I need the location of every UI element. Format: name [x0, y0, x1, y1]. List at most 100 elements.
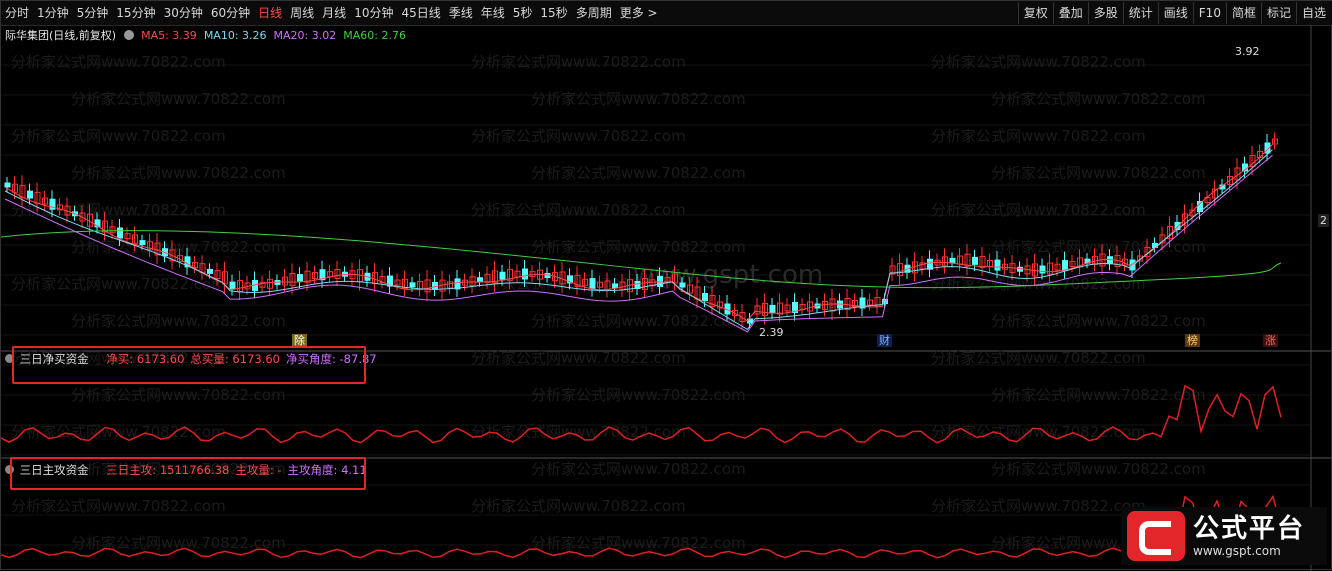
watermark-text: 分析家公式网www.70822.com: [11, 275, 226, 293]
candle-body: [409, 282, 416, 288]
candle-body: [972, 256, 978, 265]
period-tab-1[interactable]: 1分钟: [33, 2, 73, 24]
watermark-text: 分析家公式网www.70822.com: [531, 164, 746, 182]
toolbar-button-6[interactable]: 简框: [1225, 2, 1261, 24]
candle-body: [117, 227, 123, 239]
period-tab-12[interactable]: 年线: [477, 2, 509, 24]
watermark-text: 分析家公式网www.70822.com: [991, 164, 1206, 182]
candle-body: [297, 274, 303, 283]
watermark-text: 分析家公式网www.70822.com: [991, 312, 1206, 330]
period-tab-5[interactable]: 60分钟: [207, 2, 254, 24]
toolbar-right-buttons: 复权 叠加 多股 统计 画线 F10 简框 标记 自选: [1017, 1, 1331, 25]
indicator1-highlight-box: [12, 346, 366, 384]
watermark-text: 分析家公式网www.70822.com: [71, 90, 286, 108]
ma-label-1: MA10: 3.26: [203, 29, 267, 42]
watermark-text: 分析家公式网www.70822.com: [991, 238, 1206, 256]
period-tab-0[interactable]: 分时: [1, 2, 33, 24]
brand-g-icon: [1127, 511, 1185, 561]
watermark-text: 分析家公式网www.70822.com: [991, 386, 1206, 404]
brand-name: 公式平台: [1193, 514, 1306, 544]
watermark-text: 分析家公式网www.70822.com: [71, 312, 286, 330]
toolbar-button-8[interactable]: 自选: [1295, 2, 1331, 24]
candle-body: [769, 305, 776, 313]
toolbar-button-1[interactable]: 叠加: [1052, 2, 1088, 24]
watermark-text: 分析家公式网www.70822.com: [11, 53, 226, 71]
stock-title: 际华集团(日线,前复权): [5, 29, 117, 42]
watermark-text: 分析家公式网www.70822.com: [991, 460, 1206, 478]
candle-body: [27, 190, 33, 199]
settings-icon[interactable]: [123, 30, 134, 40]
stock-chart-window: 分时 1分钟 5分钟 15分钟 30分钟 60分钟 日线 周线 月线 10分钟 45日线 季线 年线 5秒…: [0, 0, 1332, 571]
watermark-text: 分析家公式网www.70822.com: [931, 423, 1146, 441]
watermark-text: 分析家公式网www.70822.com: [11, 497, 226, 515]
brand-url: www.gspt.com: [1193, 544, 1281, 558]
period-tab-9[interactable]: 10分钟: [350, 2, 397, 24]
period-tab-14[interactable]: 15秒: [536, 2, 571, 24]
watermark-text: 分析家公式网www.70822.com: [71, 386, 286, 404]
candle-body: [657, 275, 663, 287]
low-price-label: 2.39: [759, 326, 784, 339]
watermark-text: 分析家公式网www.70822.com: [931, 201, 1146, 219]
watermark-text: 分析家公式网www.70822.com: [531, 90, 746, 108]
main-chart-header: 际华集团(日线,前复权) MA5: 3.39 MA10: 3.26 MA20: 3.…: [5, 27, 413, 43]
ma-label-0: MA5: 3.39: [141, 29, 197, 42]
period-tab-10[interactable]: 45日线: [397, 2, 444, 24]
toolbar-button-3[interactable]: 统计: [1122, 2, 1158, 24]
watermark-text: 分析家公式网www.70822.com: [471, 349, 686, 367]
right-axis-label: 2: [1318, 214, 1329, 227]
ma-label-2: MA20: 3.02: [273, 29, 337, 42]
candle-body: [229, 281, 236, 290]
period-tab-6[interactable]: 日线: [254, 2, 286, 24]
watermark-text: 分析家公式网www.70822.com: [71, 164, 286, 182]
event-marker-finance[interactable]: 财: [877, 334, 892, 347]
period-tabs: 分时 1分钟 5分钟 15分钟 30分钟 60分钟 日线 周线 月线 10分钟 45日线 季线 年线 5秒…: [1, 1, 662, 25]
candle-body: [949, 257, 956, 263]
candle-body: [499, 271, 506, 280]
candle-body: [522, 268, 528, 280]
candle-body: [679, 282, 686, 288]
watermark-text: 分析家公式网www.70822.com: [11, 127, 226, 145]
watermark-text: 分析家公式网www.70822.com: [931, 497, 1146, 515]
watermark-text: 分析家公式网www.70822.com: [471, 201, 686, 219]
watermark-text: 分析家公式网www.70822.com: [531, 460, 746, 478]
event-marker-list[interactable]: 榜: [1185, 334, 1200, 347]
candle-body: [4, 182, 11, 188]
watermark-text: 分析家公式网www.70822.com: [931, 53, 1146, 71]
period-tab-7[interactable]: 周线: [286, 2, 318, 24]
period-tab-15[interactable]: 多周期: [572, 2, 616, 24]
toolbar-button-5[interactable]: F10: [1192, 2, 1226, 24]
watermark-text: 分析家公式网www.70822.com: [531, 534, 746, 552]
watermark-text: 分析家公式网www.70822.com: [931, 349, 1146, 367]
toolbar-button-4[interactable]: 画线: [1157, 2, 1193, 24]
toolbar-button-7[interactable]: 标记: [1260, 2, 1296, 24]
watermark-text: 分析家公式网www.70822.com: [991, 90, 1206, 108]
watermark-text: 分析家公式网www.70822.com: [471, 127, 686, 145]
watermark-text: 分析家公式网www.70822.com: [471, 497, 686, 515]
watermark-text: 分析家公式网www.70822.com: [531, 238, 746, 256]
period-tab-3[interactable]: 15分钟: [112, 2, 159, 24]
candle-body: [139, 240, 146, 246]
period-tab-13[interactable]: 5秒: [509, 2, 537, 24]
watermark-text: 分析家公式网www.70822.com: [931, 127, 1146, 145]
event-marker-rise[interactable]: 涨: [1263, 334, 1278, 347]
brand-logo: 公式平台 www.gspt.com: [1121, 507, 1327, 565]
period-tab-2[interactable]: 5分钟: [73, 2, 113, 24]
watermark-text: 分析家公式网www.70822.com: [71, 238, 286, 256]
watermark-text: 分析家公式网www.70822.com: [471, 53, 686, 71]
candle-body: [207, 268, 213, 274]
ma-labels: MA5: 3.39 MA10: 3.26 MA20: 3.02 MA60: 2.76: [141, 29, 413, 42]
ma-label-3: MA60: 2.76: [343, 29, 406, 42]
period-tab-8[interactable]: 月线: [318, 2, 350, 24]
period-tab-11[interactable]: 季线: [445, 2, 477, 24]
watermark-text: 分析家公式网www.70822.com: [531, 386, 746, 404]
toolbar-button-2[interactable]: 多股: [1087, 2, 1123, 24]
period-toolbar: 分时 1分钟 5分钟 15分钟 30分钟 60分钟 日线 周线 月线 10分钟 45日线 季线 年线 5秒…: [1, 1, 1332, 26]
candle-body: [702, 293, 708, 301]
candle-body: [589, 278, 596, 290]
toolbar-button-0[interactable]: 复权: [1017, 2, 1053, 24]
candle-body: [477, 277, 483, 283]
period-tab-16[interactable]: 更多 >: [616, 2, 662, 24]
high-price-label: 3.92: [1235, 45, 1260, 58]
candle-body: [994, 259, 1001, 271]
period-tab-4[interactable]: 30分钟: [160, 2, 207, 24]
